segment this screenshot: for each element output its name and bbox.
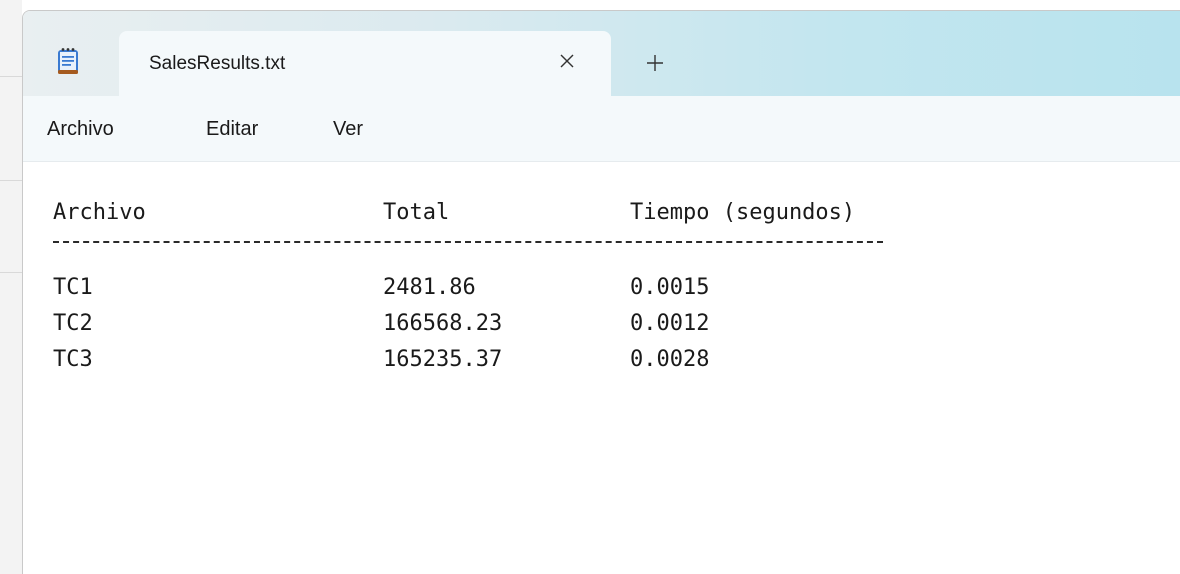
tab-title: SalesResults.txt xyxy=(149,53,286,74)
table-row: TC1 2481.86 0.0015 xyxy=(23,275,709,311)
menu-bar: Archivo Editar Ver xyxy=(23,96,1180,162)
row-tiempo: 0.0012 xyxy=(630,311,710,336)
tab-salesresults[interactable]: SalesResults.txt xyxy=(119,31,611,96)
table-row: TC3 165235.37 0.0028 xyxy=(23,347,709,383)
close-icon[interactable] xyxy=(553,47,581,75)
row-total: 166568.23 xyxy=(383,311,503,336)
background-line xyxy=(0,272,22,273)
table-row: TC2 166568.23 0.0012 xyxy=(23,311,709,347)
background-line xyxy=(0,180,22,181)
row-archivo: TC2 xyxy=(53,311,93,336)
menu-item-archivo[interactable]: Archivo xyxy=(47,118,114,141)
header-line: Archivo Total Tiempo (segundos) xyxy=(23,200,855,236)
row-archivo: TC1 xyxy=(53,275,93,300)
row-tiempo: 0.0015 xyxy=(630,275,710,300)
notepad-window: SalesResults.txt Archivo Editar Ver Arch… xyxy=(22,10,1180,574)
row-total: 165235.37 xyxy=(383,347,503,372)
header-total: Total xyxy=(383,200,450,225)
title-bar: SalesResults.txt xyxy=(23,11,1180,96)
menu-item-editar[interactable]: Editar xyxy=(206,118,258,141)
header-tiempo: Tiempo (segundos) xyxy=(630,200,856,225)
row-tiempo: 0.0028 xyxy=(630,347,710,372)
background-strip xyxy=(0,0,22,574)
notepad-icon xyxy=(57,47,79,75)
row-total: 2481.86 xyxy=(383,275,476,300)
background-line xyxy=(0,76,22,77)
text-editor[interactable]: Archivo Total Tiempo (segundos) TC1 2481… xyxy=(23,162,1180,574)
row-archivo: TC3 xyxy=(53,347,93,372)
plus-icon[interactable] xyxy=(641,49,669,77)
separator-line xyxy=(53,241,883,245)
header-archivo: Archivo xyxy=(53,200,146,225)
menu-item-ver[interactable]: Ver xyxy=(333,118,363,141)
